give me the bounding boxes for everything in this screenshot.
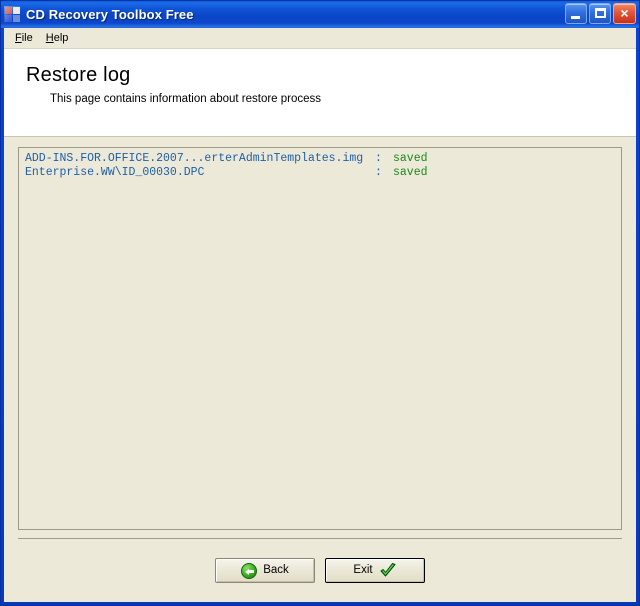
page-subtitle: This page contains information about res… bbox=[50, 93, 322, 105]
log-entry-separator: : bbox=[375, 152, 382, 165]
close-button[interactable]: × bbox=[613, 3, 636, 24]
maximize-icon bbox=[595, 8, 606, 18]
menu-bar: File Help bbox=[4, 28, 636, 49]
menu-item-file[interactable]: File bbox=[10, 30, 41, 46]
title-bar: CD Recovery Toolbox Free × bbox=[1, 1, 639, 28]
application-window: CD Recovery Toolbox Free × File Help Res… bbox=[0, 0, 640, 606]
button-bar: Back Exit bbox=[18, 538, 622, 602]
restore-log-panel[interactable]: ADD-INS.FOR.OFFICE.2007...erterAdminTemp… bbox=[18, 147, 622, 530]
log-entry-status: saved bbox=[393, 166, 428, 179]
log-entry: ADD-INS.FOR.OFFICE.2007...erterAdminTemp… bbox=[25, 152, 615, 166]
window-controls: × bbox=[565, 3, 636, 24]
maximize-button[interactable] bbox=[589, 3, 611, 24]
client-area: File Help Restore log This page contains… bbox=[4, 28, 636, 602]
exit-button[interactable]: Exit bbox=[325, 558, 425, 583]
back-arrow-icon bbox=[241, 562, 258, 579]
log-entry: Enterprise.WW\ID_00030.DPC : saved bbox=[25, 166, 615, 180]
close-icon: × bbox=[620, 5, 629, 21]
page-body: ADD-INS.FOR.OFFICE.2007...erterAdminTemp… bbox=[4, 137, 636, 602]
page-header: Restore log This page contains informati… bbox=[4, 49, 636, 137]
back-button-label: Back bbox=[263, 563, 289, 576]
window-title: CD Recovery Toolbox Free bbox=[26, 7, 194, 22]
log-entry-status: saved bbox=[393, 152, 428, 165]
log-entry-name: Enterprise.WW\ID_00030.DPC bbox=[25, 166, 205, 179]
log-entry-name: ADD-INS.FOR.OFFICE.2007...erterAdminTemp… bbox=[25, 152, 364, 165]
exit-button-label: Exit bbox=[353, 563, 373, 576]
menu-item-help[interactable]: Help bbox=[41, 30, 77, 46]
app-logo-icon bbox=[4, 6, 21, 23]
minimize-icon bbox=[571, 16, 580, 19]
log-entry-separator: : bbox=[375, 166, 382, 179]
checkmark-icon bbox=[379, 562, 397, 579]
back-button[interactable]: Back bbox=[215, 558, 315, 583]
minimize-button[interactable] bbox=[565, 3, 587, 24]
page-title: Restore log bbox=[26, 64, 131, 86]
